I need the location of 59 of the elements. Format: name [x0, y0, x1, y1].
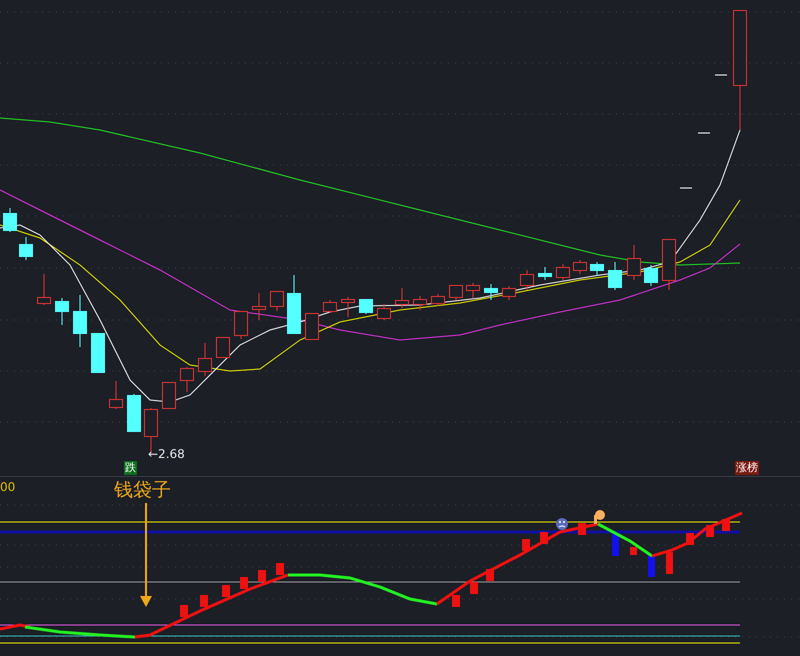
candlestick	[73, 294, 87, 348]
histogram-bar	[222, 585, 230, 597]
candlestick	[216, 336, 230, 358]
histogram-bar	[240, 577, 248, 589]
histogram-bar	[200, 595, 208, 607]
histogram-bar	[276, 563, 284, 575]
candlestick	[431, 294, 445, 306]
candlestick	[37, 274, 51, 306]
candlestick	[287, 274, 301, 334]
histogram-bar	[522, 539, 530, 551]
candlestick	[662, 238, 676, 290]
candlestick	[234, 310, 248, 340]
histogram-bar	[612, 534, 619, 556]
histogram-bar	[258, 570, 266, 582]
sad-face-icon	[556, 518, 568, 530]
low-price-label: ←2.68	[148, 447, 185, 461]
candlestick	[502, 286, 516, 300]
candlestick	[556, 264, 570, 280]
indicator-name-label: 钱袋子	[114, 479, 171, 501]
candlestick	[55, 298, 69, 326]
candlestick	[270, 290, 284, 312]
candlestick	[644, 264, 658, 286]
candlestick	[538, 266, 552, 280]
candlestick	[608, 262, 622, 290]
histogram-bar	[470, 582, 478, 594]
candlestick	[198, 342, 212, 376]
candlestick	[520, 270, 534, 290]
histogram-bar	[452, 595, 460, 607]
hand-pointer-icon	[594, 510, 605, 524]
candlestick	[91, 332, 105, 373]
candlestick	[359, 298, 373, 314]
histogram-bar	[180, 605, 188, 617]
candlestick	[573, 260, 587, 274]
candlestick	[305, 312, 319, 340]
price-marker	[698, 132, 710, 134]
candlestick	[252, 292, 266, 320]
signal-badge: 跌	[124, 461, 137, 475]
candlestick	[466, 282, 480, 298]
histogram-bar	[666, 552, 673, 574]
candlestick	[323, 300, 337, 314]
rank-badge: 涨榜	[735, 461, 759, 475]
candlestick	[413, 296, 427, 310]
histogram-bar	[648, 555, 655, 577]
indicator-axis-value: 00	[0, 480, 16, 494]
candlestick	[180, 366, 194, 392]
candlestick	[484, 284, 498, 300]
candlestick	[377, 304, 391, 320]
candlestick	[3, 208, 17, 232]
candlestick	[127, 394, 141, 432]
price-marker	[714, 74, 728, 76]
candlestick	[109, 380, 123, 410]
candlestick	[395, 288, 409, 308]
candlestick	[19, 236, 33, 260]
candlestick	[341, 296, 355, 318]
candlestick	[590, 262, 604, 276]
candlestick	[627, 244, 641, 280]
histogram-bar	[630, 547, 637, 555]
candlestick	[162, 382, 176, 409]
candlestick	[449, 284, 463, 300]
